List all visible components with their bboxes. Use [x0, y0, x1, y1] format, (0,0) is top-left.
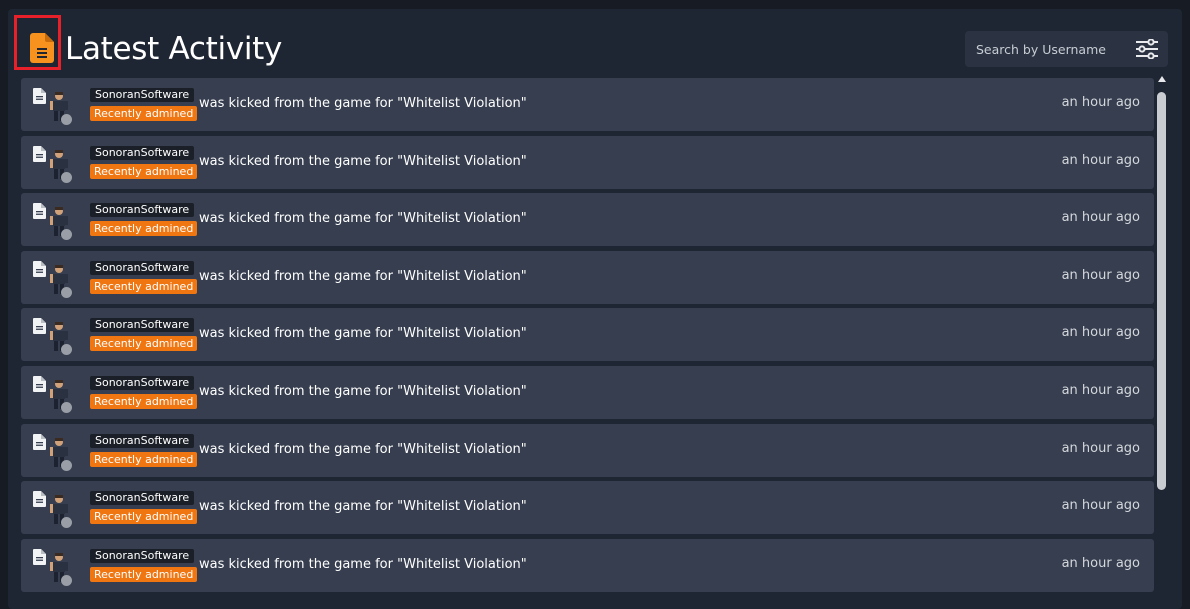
activity-message: was kicked from the game for "Whitelist … — [199, 154, 527, 169]
status-badge: Recently admined — [90, 279, 198, 294]
activity-message: was kicked from the game for "Whitelist … — [199, 557, 527, 572]
activity-row[interactable]: SonoranSoftware Recently admined was kicke… — [21, 78, 1154, 131]
activity-list: SonoranSoftware Recently admined was kicke… — [21, 78, 1154, 609]
status-offline-icon — [61, 114, 72, 125]
status-badge: Recently admined — [90, 452, 198, 467]
username-chip[interactable]: SonoranSoftware — [90, 203, 195, 217]
username-chip[interactable]: SonoranSoftware — [90, 261, 195, 275]
document-icon — [30, 33, 54, 63]
activity-message: was kicked from the game for "Whitelist … — [199, 442, 527, 457]
document-icon — [33, 434, 46, 450]
username-chip[interactable]: SonoranSoftware — [90, 88, 195, 102]
activity-message: was kicked from the game for "Whitelist … — [199, 211, 527, 226]
search-input[interactable] — [965, 31, 1125, 67]
activity-message: was kicked from the game for "Whitelist … — [199, 269, 527, 284]
document-icon — [33, 203, 46, 219]
activity-row[interactable]: SonoranSoftware Recently admined was kicke… — [21, 308, 1154, 361]
activity-timestamp: an hour ago — [1061, 325, 1140, 340]
username-chip[interactable]: SonoranSoftware — [90, 318, 195, 332]
username-chip[interactable]: SonoranSoftware — [90, 146, 195, 160]
activity-row[interactable]: SonoranSoftware Recently admined was kicke… — [21, 481, 1154, 534]
status-offline-icon — [61, 172, 72, 183]
status-badge: Recently admined — [90, 164, 198, 179]
status-offline-icon — [61, 344, 72, 355]
status-offline-icon — [61, 402, 72, 413]
activity-row[interactable]: SonoranSoftware Recently admined was kicke… — [21, 424, 1154, 477]
status-offline-icon — [61, 229, 72, 240]
scroll-thumb[interactable] — [1157, 92, 1166, 490]
status-badge: Recently admined — [90, 221, 198, 236]
document-icon — [33, 261, 46, 277]
activity-message: was kicked from the game for "Whitelist … — [199, 96, 527, 111]
activity-timestamp: an hour ago — [1061, 95, 1140, 110]
document-icon — [33, 491, 46, 507]
document-icon — [33, 318, 46, 334]
username-chip[interactable]: SonoranSoftware — [90, 549, 195, 563]
status-badge: Recently admined — [90, 509, 198, 524]
sliders-icon[interactable] — [1135, 39, 1159, 59]
scrollbar[interactable] — [1156, 76, 1168, 609]
status-offline-icon — [61, 460, 72, 471]
activity-timestamp: an hour ago — [1061, 498, 1140, 513]
username-chip[interactable]: SonoranSoftware — [90, 434, 195, 448]
status-badge: Recently admined — [90, 336, 198, 351]
status-offline-icon — [61, 517, 72, 528]
document-icon — [33, 549, 46, 565]
activity-message: was kicked from the game for "Whitelist … — [199, 326, 527, 341]
activity-timestamp: an hour ago — [1061, 210, 1140, 225]
document-icon — [33, 376, 46, 392]
activity-timestamp: an hour ago — [1061, 268, 1140, 283]
status-badge: Recently admined — [90, 106, 198, 121]
activity-row[interactable]: SonoranSoftware Recently admined was kicke… — [21, 366, 1154, 419]
username-chip[interactable]: SonoranSoftware — [90, 491, 195, 505]
document-icon — [33, 88, 46, 104]
page-title: Latest Activity — [65, 31, 283, 67]
document-icon — [33, 146, 46, 162]
activity-message: was kicked from the game for "Whitelist … — [199, 499, 527, 514]
username-chip[interactable]: SonoranSoftware — [90, 376, 195, 390]
status-badge: Recently admined — [90, 567, 198, 582]
status-offline-icon — [61, 575, 72, 586]
activity-timestamp: an hour ago — [1061, 153, 1140, 168]
activity-row[interactable]: SonoranSoftware Recently admined was kicke… — [21, 136, 1154, 189]
search-box — [965, 31, 1168, 67]
activity-timestamp: an hour ago — [1061, 556, 1140, 571]
activity-timestamp: an hour ago — [1061, 441, 1140, 456]
activity-row[interactable]: SonoranSoftware Recently admined was kicke… — [21, 539, 1154, 592]
activity-timestamp: an hour ago — [1061, 383, 1140, 398]
status-offline-icon — [61, 287, 72, 298]
status-badge: Recently admined — [90, 394, 198, 409]
activity-row[interactable]: SonoranSoftware Recently admined was kicke… — [21, 251, 1154, 304]
panel-header: Latest Activity — [8, 9, 1182, 79]
activity-message: was kicked from the game for "Whitelist … — [199, 384, 527, 399]
activity-panel: Latest Activity SonoranSoftware Recently … — [8, 9, 1182, 609]
activity-row[interactable]: SonoranSoftware Recently admined was kicke… — [21, 193, 1154, 246]
scroll-up-arrow-icon[interactable] — [1158, 76, 1166, 82]
